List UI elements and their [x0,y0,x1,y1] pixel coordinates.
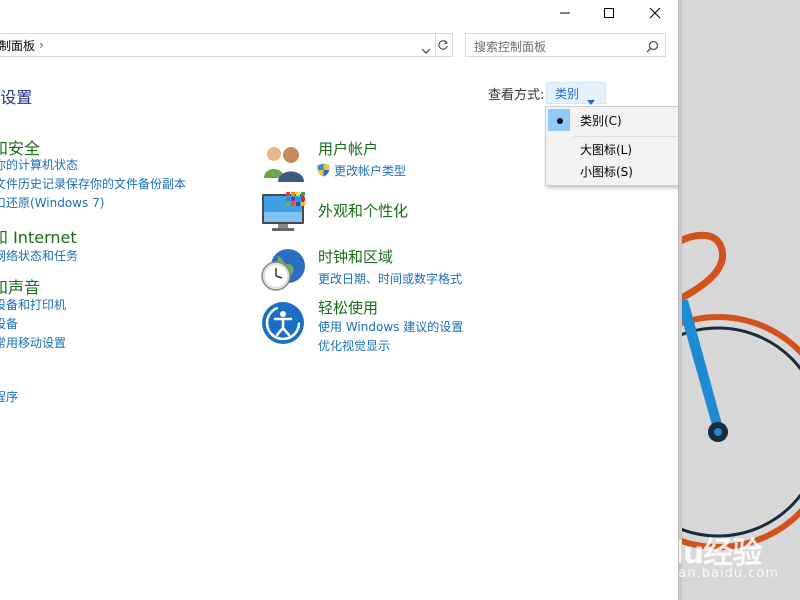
address-path[interactable]: 制面板 [0,37,35,54]
maximize-button[interactable] [586,0,632,26]
category-ease-of-access[interactable]: 轻松使用 [318,297,378,318]
page-title: ]设置 [0,88,33,107]
search-box[interactable]: 搜索控制面板 [465,33,666,57]
category-clock-region[interactable]: 时钟和区域 [318,246,393,267]
link-file-history[interactable]: 文件历史记录保存你的文件备份副本 [0,175,186,192]
view-by-value[interactable]: 类别 [555,85,579,102]
uac-shield-icon [317,162,330,181]
selected-item-marker [548,109,570,131]
link-devices-printers[interactable]: 设备和打印机 [0,296,66,313]
refresh-button[interactable] [434,33,453,57]
minimize-button[interactable] [542,0,588,26]
category-hardware-sound[interactable]: 和声音 [0,274,40,298]
control-panel-window: 制面板 › 搜索控制面板 ]设置 查看方式: 类别 和安全 你的计算机状态 文件… [0,0,679,600]
link-mobility-settings[interactable]: 常用移动设置 [0,334,66,351]
bicycle-illustration [678,231,800,550]
link-change-date-time-format[interactable]: 更改日期、时间或数字格式 [318,270,462,287]
refresh-icon [438,40,449,50]
close-icon [649,7,661,19]
menu-item-category[interactable]: 类别(C) [580,112,622,129]
link-windows-recommended-settings[interactable]: 使用 Windows 建议的设置 [318,318,463,335]
link-backup-restore[interactable]: 口还原(Windows 7) [0,194,104,211]
radio-bullet-icon [557,118,563,124]
link-uninstall-program[interactable]: 程序 [0,388,18,405]
link-change-account-type[interactable]: 更改帐户类型 [334,162,406,179]
chevron-down-icon[interactable] [421,40,431,59]
maximize-icon [604,8,614,18]
search-icon[interactable] [646,38,659,57]
desktop-wallpaper [678,0,800,600]
category-network-internet[interactable]: 和 Internet [0,224,77,248]
view-by-label: 查看方式: [488,88,545,103]
view-by-menu: 类别(C) 大图标(L) 小图标(S) [545,106,678,186]
view-by-dropdown[interactable]: 类别 [546,82,606,105]
close-button[interactable] [632,0,678,26]
clock-region-icon[interactable] [260,246,306,292]
address-separator[interactable]: › [39,38,44,52]
category-user-accounts[interactable]: 用户帐户 [318,138,378,159]
address-bar[interactable]: 制面板 › [0,33,436,57]
search-placeholder[interactable]: 搜索控制面板 [474,38,546,55]
minimize-icon [560,12,570,14]
menu-item-large-icons[interactable]: 大图标(L) [580,141,632,158]
link-computer-status[interactable]: 你的计算机状态 [0,156,78,173]
link-network-status[interactable]: 网络状态和任务 [0,247,78,264]
link-add-device[interactable]: 设备 [0,315,18,332]
link-optimize-visual-display[interactable]: 优化视觉显示 [318,337,390,354]
category-appearance[interactable]: 外观和个性化 [318,200,408,221]
appearance-personalization-icon[interactable] [260,190,306,236]
menu-separator [574,136,678,137]
user-accounts-icon[interactable] [260,140,306,186]
menu-item-small-icons[interactable]: 小图标(S) [580,163,633,180]
ease-of-access-icon[interactable] [260,300,306,346]
